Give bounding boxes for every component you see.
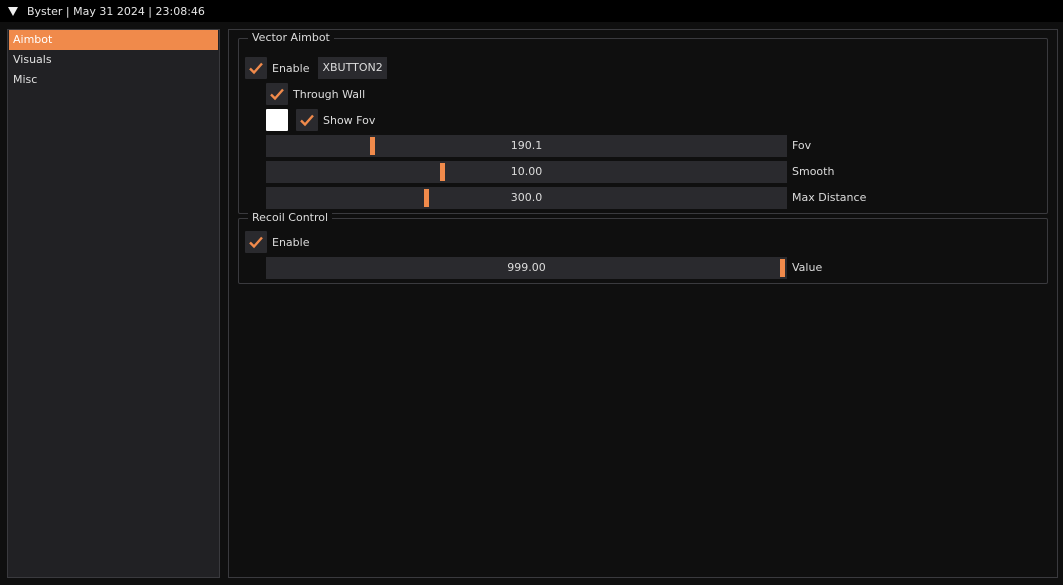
aimbot-keybind-button[interactable]: XBUTTON2 (318, 57, 387, 79)
through-wall-row: Through Wall (266, 83, 365, 105)
show-fov-row: Show Fov (266, 109, 375, 131)
sidebar: Aimbot Visuals Misc (7, 29, 220, 578)
sidebar-item-aimbot[interactable]: Aimbot (9, 30, 218, 50)
recoil-enable-label: Enable (272, 235, 310, 249)
recoil-control-group: Recoil Control Enable 999.00 Value (238, 211, 1048, 284)
through-wall-label: Through Wall (293, 87, 366, 101)
check-icon (270, 88, 284, 101)
smooth-slider-value: 10.00 (510, 165, 543, 178)
vector-aimbot-group: Vector Aimbot Enable XBUTTON2 Through Wa… (238, 31, 1048, 214)
fov-slider-value: 190.1 (510, 139, 543, 152)
title-bar[interactable]: Byster | May 31 2024 | 23:08:46 (0, 0, 1063, 22)
window-title: Byster | May 31 2024 | 23:08:46 (27, 4, 205, 18)
vector-aimbot-title: Vector Aimbot (248, 31, 334, 44)
fov-color-swatch[interactable] (266, 109, 288, 131)
max-distance-slider[interactable]: 300.0 (266, 187, 787, 209)
recoil-value-slider-value: 999.00 (507, 261, 546, 274)
fov-slider[interactable]: 190.1 (266, 135, 787, 157)
sidebar-item-visuals[interactable]: Visuals (9, 50, 218, 70)
through-wall-checkbox[interactable] (266, 83, 288, 105)
collapse-arrow-icon[interactable] (8, 6, 18, 16)
smooth-slider-label: Smooth (792, 165, 835, 178)
show-fov-checkbox[interactable] (296, 109, 318, 131)
check-icon (249, 236, 263, 249)
recoil-control-title: Recoil Control (248, 211, 333, 224)
max-distance-slider-value: 300.0 (510, 191, 543, 204)
recoil-enable-row: Enable (245, 231, 309, 253)
recoil-enable-checkbox[interactable] (245, 231, 267, 253)
recoil-value-slider-label: Value (792, 261, 823, 274)
recoil-value-slider[interactable]: 999.00 (266, 257, 787, 279)
smooth-slider[interactable]: 10.00 (266, 161, 787, 183)
check-icon (249, 62, 263, 75)
window-body: Aimbot Visuals Misc Vector Aimbot Enable… (0, 22, 1063, 585)
check-icon (300, 114, 314, 127)
aimbot-enable-label: Enable (272, 61, 310, 75)
aimbot-enable-row: Enable XBUTTON2 (245, 57, 387, 79)
show-fov-label: Show Fov (323, 113, 376, 127)
main-panel: Vector Aimbot Enable XBUTTON2 Through Wa… (228, 29, 1058, 578)
aimbot-enable-checkbox[interactable] (245, 57, 267, 79)
fov-slider-label: Fov (792, 139, 812, 152)
max-distance-slider-label: Max Distance (792, 191, 867, 204)
sidebar-item-misc[interactable]: Misc (9, 70, 218, 90)
